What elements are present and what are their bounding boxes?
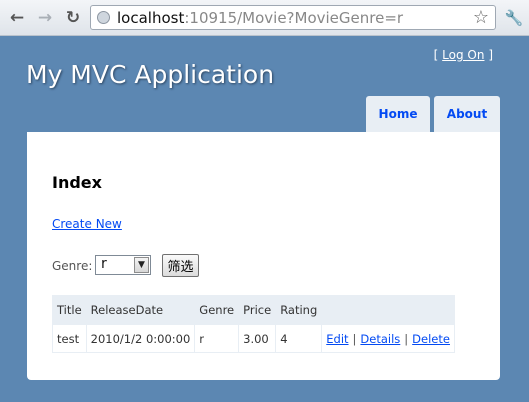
main-content: Index Create New Genre: r ▼ 筛选 Title Rel… — [27, 132, 500, 380]
bookmark-star-icon[interactable]: ☆ — [473, 7, 489, 28]
url-text: localhost:10915/Movie?MovieGenre=r — [117, 9, 403, 27]
url-host: localhost — [117, 9, 185, 27]
cell-genre: r — [194, 324, 240, 353]
dropdown-arrow-icon[interactable]: ▼ — [134, 257, 149, 273]
table-row: test 2010/1/2 0:00:00 r 3.00 4 Edit | Deta… — [52, 324, 455, 353]
column-header-release-date: ReleaseDate — [85, 295, 196, 325]
column-header-genre: Genre — [194, 295, 240, 325]
browser-toolbar: ← → ↻ localhost:10915/Movie?MovieGenre=r… — [0, 0, 529, 36]
details-link[interactable]: Details — [360, 332, 400, 346]
cell-release-date: 2010/1/2 0:00:00 — [85, 324, 196, 353]
tab-about[interactable]: About — [434, 96, 500, 132]
cell-title: test — [52, 324, 87, 353]
action-separator: | — [352, 331, 357, 346]
column-header-price: Price — [238, 295, 277, 325]
reload-icon[interactable]: ↻ — [62, 7, 84, 29]
delete-link[interactable]: Delete — [412, 332, 450, 346]
column-header-actions — [321, 295, 455, 325]
wrench-menu-icon[interactable]: 🔧 — [503, 7, 525, 29]
login-bracket-close: ] — [488, 48, 493, 62]
column-header-rating: Rating — [275, 295, 323, 325]
url-path: :10915/Movie?MovieGenre=r — [184, 9, 404, 27]
action-separator: | — [404, 331, 409, 346]
address-bar[interactable]: localhost:10915/Movie?MovieGenre=r ☆ — [90, 5, 496, 30]
genre-select[interactable]: r ▼ — [95, 255, 151, 275]
login-bracket-open: [ — [433, 48, 439, 62]
column-header-title: Title — [52, 295, 87, 325]
cell-rating: 4 — [275, 324, 323, 353]
tab-home[interactable]: Home — [366, 96, 430, 132]
back-icon[interactable]: ← — [6, 7, 28, 29]
page-icon — [97, 11, 110, 24]
log-on-link[interactable]: Log On — [442, 48, 484, 62]
site-title: My MVC Application — [26, 60, 275, 89]
page-title: Index — [52, 173, 102, 192]
genre-label: Genre: — [52, 259, 93, 273]
table-header-row: Title ReleaseDate Genre Price Rating — [52, 295, 455, 325]
edit-link[interactable]: Edit — [326, 332, 348, 346]
filter-button[interactable]: 筛选 — [162, 254, 199, 277]
cell-price: 3.00 — [238, 324, 277, 353]
create-new-link[interactable]: Create New — [52, 217, 122, 231]
genre-selected-value: r — [101, 256, 107, 272]
movies-table: Title ReleaseDate Genre Price Rating tes… — [52, 295, 455, 353]
forward-icon[interactable]: → — [34, 7, 56, 29]
cell-actions: Edit | Details | Delete — [321, 324, 455, 353]
login-display: [ Log On ] — [434, 48, 493, 62]
